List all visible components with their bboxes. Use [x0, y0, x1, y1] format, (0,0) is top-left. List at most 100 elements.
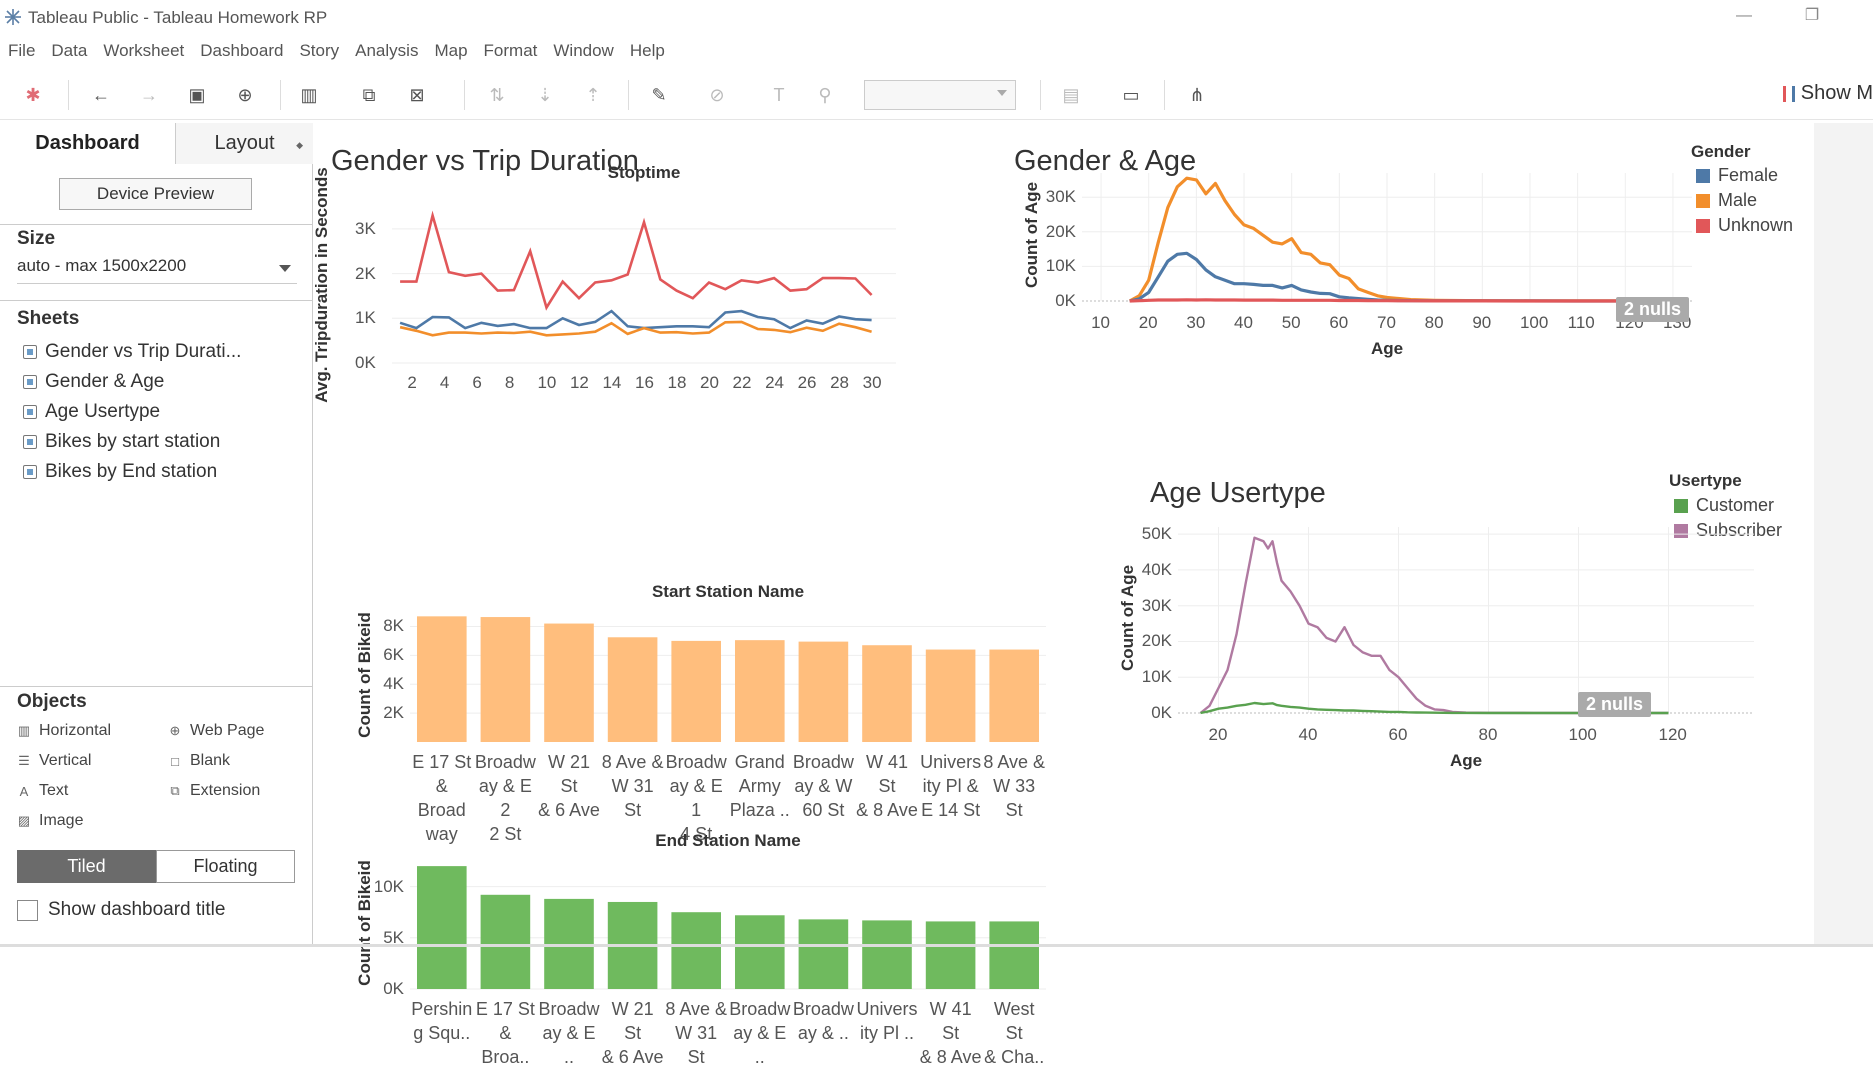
swap-icon[interactable]: ⇅ — [484, 82, 510, 108]
bar[interactable] — [607, 637, 658, 742]
label-icon[interactable]: T — [766, 82, 792, 108]
bar[interactable] — [480, 894, 531, 989]
menu-story[interactable]: Story — [291, 36, 347, 66]
category-line: E 17 St — [475, 999, 535, 1019]
bar[interactable] — [671, 640, 722, 742]
menu-analysis[interactable]: Analysis — [347, 36, 426, 66]
gender-age-nulls-indicator[interactable]: 2 nulls — [1616, 297, 1690, 322]
age-usertype-title: Age Usertype — [1150, 477, 1326, 509]
x-tick-label: 4 — [439, 373, 450, 392]
x-tick-label: 80 — [1424, 313, 1444, 332]
pin-icon[interactable]: ⚲ — [812, 82, 838, 108]
pane-tabs: Dashboard Layout ◆ — [0, 123, 313, 164]
bar[interactable] — [798, 641, 849, 742]
bar[interactable] — [862, 920, 912, 989]
presentation-icon[interactable]: ▭ — [1118, 82, 1144, 108]
bar[interactable] — [925, 921, 976, 989]
legend-item-customer[interactable]: Customer — [1674, 495, 1774, 516]
sheet-item[interactable]: Bikes by End station — [23, 461, 217, 483]
bar[interactable] — [734, 915, 785, 989]
end-station-plot — [410, 866, 1046, 990]
category-line: ay & E 1 — [669, 776, 723, 820]
menu-data[interactable]: Data — [43, 36, 95, 66]
bar[interactable] — [544, 623, 594, 742]
bar[interactable] — [925, 649, 976, 742]
tableau-logo-icon[interactable]: ✱ — [20, 82, 46, 108]
legend-item-unknown[interactable]: Unknown — [1696, 215, 1793, 236]
x-tick-label: 120 — [1658, 725, 1687, 744]
bar[interactable] — [989, 921, 1040, 989]
sheet-item[interactable]: Bikes by start station — [23, 431, 220, 453]
menu-dashboard[interactable]: Dashboard — [192, 36, 291, 66]
size-dropdown[interactable]: auto - max 1500x2200 — [17, 256, 297, 284]
category-line: 8 Ave & — [601, 752, 664, 772]
bar[interactable] — [989, 649, 1040, 742]
dashboard-canvas: Gender vs Trip Duration Gender & Age Age… — [312, 123, 1814, 1067]
sheet-item[interactable]: Gender & Age — [23, 371, 164, 393]
highlight-icon[interactable]: ✎ — [646, 82, 672, 108]
menu-map[interactable]: Map — [426, 36, 475, 66]
bar[interactable] — [734, 640, 785, 742]
sort-ascending-icon[interactable]: ⇣ — [532, 82, 558, 108]
share-icon[interactable]: ⋔ — [1184, 82, 1210, 108]
x-tick-label: 100 — [1568, 725, 1597, 744]
minimize-icon[interactable]: — — [1730, 4, 1758, 28]
bar[interactable] — [862, 645, 912, 742]
category-line: ay & E 2 — [478, 776, 532, 820]
new-data-source-icon[interactable]: ⊕ — [232, 82, 258, 108]
sort-descending-icon[interactable]: ⇡ — [580, 82, 606, 108]
show-dashboard-title-row[interactable]: Show dashboard title — [17, 899, 225, 921]
restore-icon[interactable]: ❐ — [1798, 4, 1826, 28]
menu-window[interactable]: Window — [545, 36, 621, 66]
category-line: & Broa.. — [481, 1023, 530, 1067]
new-worksheet-icon[interactable]: ▥ — [296, 82, 322, 108]
x-tick-label: 60 — [1388, 725, 1408, 744]
object-blank[interactable]: □ Blank — [168, 752, 230, 770]
tab-dashboard[interactable]: Dashboard — [0, 123, 176, 164]
y-tick-label: 2K — [355, 263, 376, 283]
tiled-button[interactable]: Tiled — [17, 850, 156, 883]
bar[interactable] — [798, 919, 849, 989]
puzzle-icon: ⧉ — [170, 783, 180, 798]
category-line: 8 Ave & — [983, 752, 1046, 772]
redo-icon[interactable]: → — [136, 82, 162, 108]
menu-file[interactable]: File — [0, 36, 43, 66]
age-usertype-xlabel: Age — [1449, 751, 1483, 770]
bar[interactable] — [416, 616, 467, 742]
y-tick-label: 30K — [1141, 595, 1172, 615]
legend-item-male[interactable]: Male — [1696, 190, 1757, 211]
duplicate-sheet-icon[interactable]: ⧉ — [356, 82, 382, 108]
fit-dropdown[interactable] — [864, 80, 1016, 110]
menu-worksheet[interactable]: Worksheet — [95, 36, 192, 66]
object-extension[interactable]: ⧉ Extension — [168, 782, 260, 800]
bar[interactable] — [416, 866, 467, 989]
menu-format[interactable]: Format — [476, 36, 546, 66]
sheet-item[interactable]: Age Usertype — [23, 401, 160, 423]
legend-item-female[interactable]: Female — [1696, 165, 1778, 186]
floating-button[interactable]: Floating — [156, 850, 295, 883]
category-line: & 6 Ave — [538, 800, 600, 820]
device-preview-button[interactable]: Device Preview — [59, 178, 252, 210]
show-title-checkbox[interactable] — [17, 899, 38, 921]
undo-icon[interactable]: ← — [88, 82, 114, 108]
object-image[interactable]: ▨ Image — [17, 812, 84, 830]
category-line: Broadw — [474, 752, 536, 772]
clear-sheet-icon[interactable]: ⊠ — [404, 82, 430, 108]
object-horizontal[interactable]: ▥ Horizontal — [17, 722, 111, 740]
sheet-item[interactable]: Gender vs Trip Durati... — [23, 341, 241, 363]
menu-help[interactable]: Help — [622, 36, 673, 66]
object-vertical[interactable]: ☰ Vertical — [17, 752, 91, 770]
show-cards-icon[interactable]: ▤ — [1058, 82, 1084, 108]
horizontal-container-icon: ▥ — [17, 723, 31, 738]
bar[interactable] — [671, 912, 722, 989]
show-me-button[interactable]: Show M — [1782, 82, 1873, 105]
x-tick-label: 6 — [472, 373, 482, 392]
save-icon[interactable]: ▣ — [184, 82, 210, 108]
object-text[interactable]: A Text — [17, 782, 69, 800]
object-web-page[interactable]: ⊕ Web Page — [168, 722, 265, 740]
group-icon[interactable]: ⊘ — [704, 82, 730, 108]
bar[interactable] — [480, 617, 531, 742]
tab-layout[interactable]: Layout ◆ — [176, 123, 313, 164]
age-usertype-nulls-indicator[interactable]: 2 nulls — [1578, 692, 1652, 717]
x-category-label: 8 Ave & W 31 St — [602, 750, 664, 822]
